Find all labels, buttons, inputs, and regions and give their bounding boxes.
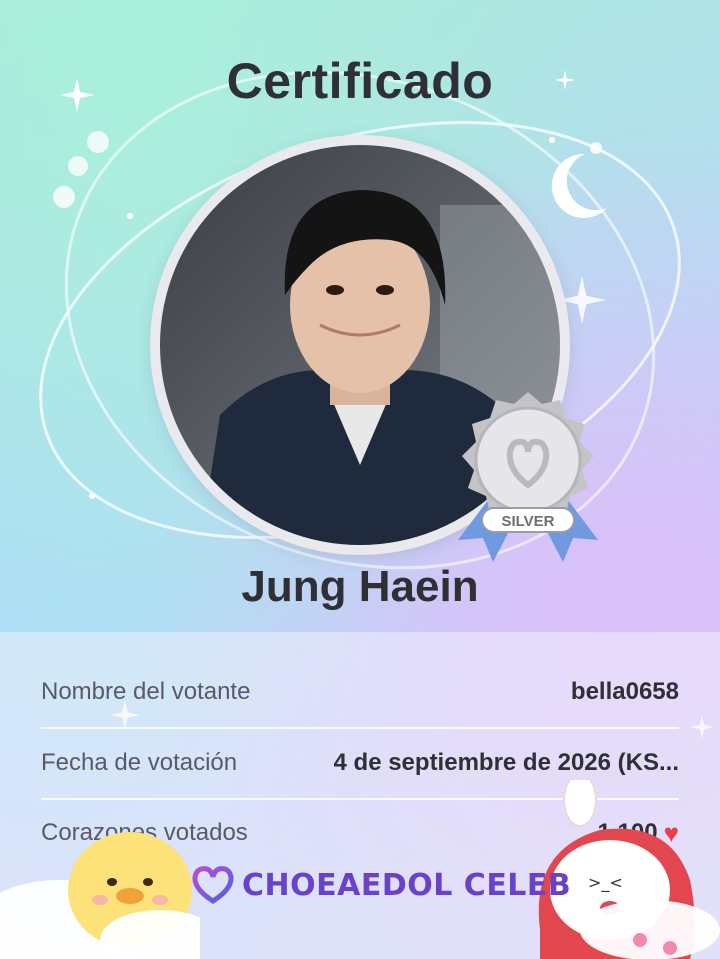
voter-name-label: Nombre del votante: [41, 678, 251, 705]
chick-mascot-icon: [0, 832, 200, 959]
certificate-title: Certificado: [226, 53, 494, 109]
vote-date-label: Fecha de votación: [41, 749, 238, 776]
silver-medal-icon: SILVER: [458, 392, 598, 562]
crescent-moon-icon: [551, 153, 607, 218]
svg-text:>_<: >_<: [588, 873, 623, 893]
vote-date-value: 4 de septiembre de 2026 (KS...: [333, 749, 679, 776]
voter-name-row: Nombre del votante bella0658: [41, 657, 679, 727]
badge-label: SILVER: [501, 513, 554, 530]
choeaedol-logo-icon: [192, 866, 234, 904]
idol-name: Jung Haein: [241, 562, 479, 611]
voter-name-value: bella0658: [570, 678, 679, 705]
brand-logo: CHOEAEDOL CELEB: [190, 860, 571, 910]
brand-name: CHOEAEDOL CELEB: [242, 867, 572, 903]
